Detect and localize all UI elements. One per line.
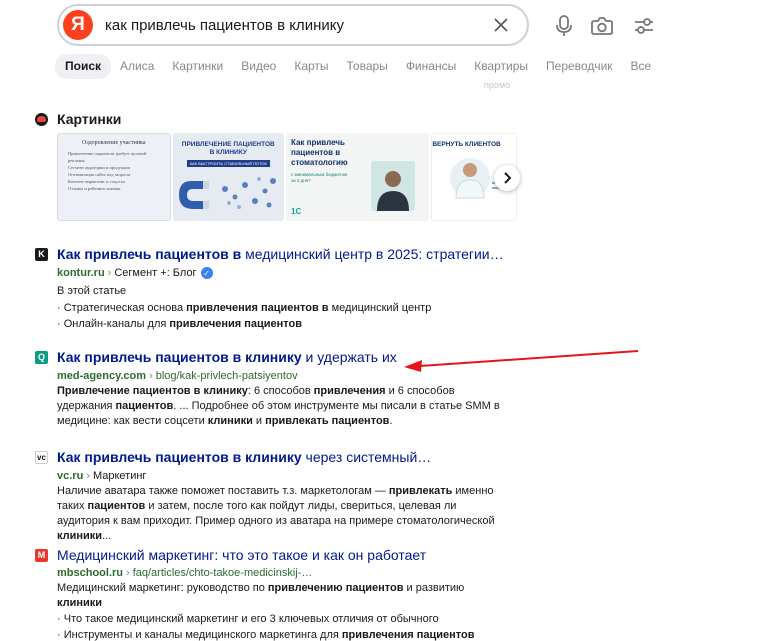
- search-result: M Медицинский маркетинг: что это такое и…: [35, 547, 505, 641]
- result-snippet: Медицинский маркетинг: руководство по пр…: [57, 582, 465, 609]
- search-result: vc Как привлечь пациентов в клинику чере…: [35, 449, 505, 544]
- title-rest: через системный…: [301, 449, 432, 465]
- favicon: vc: [35, 450, 48, 464]
- result-host-link[interactable]: vc.ru: [57, 470, 83, 482]
- favicon: M: [35, 548, 48, 562]
- title-rest: Медицинский маркетинг: что это такое и к…: [57, 547, 427, 563]
- annotation-arrow: [404, 350, 639, 372]
- list-item[interactable]: · Инструменты и каналы медицинского марк…: [57, 627, 505, 641]
- result-path[interactable]: faq/articles/chto-takoe-medicinskij-…: [133, 567, 313, 579]
- result-title-link[interactable]: Медицинский маркетинг: что это такое и к…: [57, 547, 426, 563]
- result-snippet: Наличие аватара также поможет поставить …: [57, 485, 495, 542]
- list-item[interactable]: · Что такое медицинский маркетинг и его …: [57, 611, 505, 627]
- result-path[interactable]: Маркетинг: [93, 470, 146, 482]
- result-host-link[interactable]: mbschool.ru: [57, 567, 123, 579]
- title-bold: Как привлечь пациентов в клинику: [57, 449, 302, 465]
- result-title-link[interactable]: Как привлечь пациентов в клинику через с…: [57, 449, 431, 465]
